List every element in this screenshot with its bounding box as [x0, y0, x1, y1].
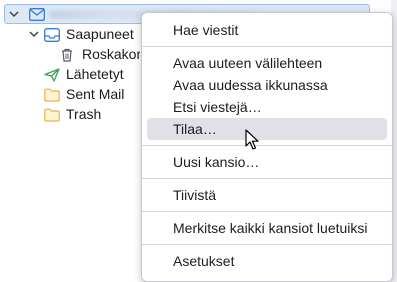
mail-account-icon [29, 8, 45, 24]
mouse-pointer-icon [245, 129, 261, 151]
folder-item-trash[interactable]: Trash [0, 104, 140, 124]
menu-item-mark-all-folders-read[interactable]: Merkitse kaikki kansiot luetuiksi [147, 217, 387, 239]
folder-item-sent[interactable]: Lähetetyt [0, 64, 140, 84]
menu-item-compact[interactable]: Tiivistä [147, 184, 387, 206]
app-window: Saapuneet Roskakori Lähetetyt Sent Mail [0, 0, 397, 282]
inbox-icon [44, 27, 60, 42]
folder-icon [44, 87, 60, 102]
sent-icon [44, 67, 60, 82]
menu-item-subscribe[interactable]: Tilaa… [147, 118, 387, 140]
folder-label: Roskakori [82, 46, 140, 62]
menu-item-search-messages[interactable]: Etsi viestejä… [147, 96, 387, 118]
menu-separator [142, 178, 392, 179]
trash-icon [60, 47, 76, 62]
menu-item-open-in-new-tab[interactable]: Avaa uuteen välilehteen [147, 52, 387, 74]
menu-item-get-messages[interactable]: Hae viestit [147, 19, 387, 41]
menu-separator [142, 244, 392, 245]
folder-item-inbox[interactable]: Saapuneet [0, 24, 140, 44]
chevron-down-icon[interactable] [8, 7, 20, 21]
folder-label: Lähetetyt [66, 66, 124, 82]
folder-label: Sent Mail [66, 86, 125, 102]
folder-item-junk[interactable]: Roskakori [0, 44, 140, 64]
menu-item-settings[interactable]: Asetukset [147, 250, 387, 272]
folder-label: Saapuneet [66, 26, 134, 42]
folder-icon [44, 107, 60, 122]
menu-separator [142, 145, 392, 146]
folder-label: Trash [66, 106, 102, 122]
menu-separator [142, 46, 392, 47]
menu-item-new-folder[interactable]: Uusi kansio… [147, 151, 387, 173]
folder-item-sent-mail[interactable]: Sent Mail [0, 84, 140, 104]
menu-item-open-in-new-window[interactable]: Avaa uudessa ikkunassa [147, 74, 387, 96]
menu-separator [142, 211, 392, 212]
folder-context-menu: Hae viestit Avaa uuteen välilehteen Avaa… [141, 12, 393, 282]
